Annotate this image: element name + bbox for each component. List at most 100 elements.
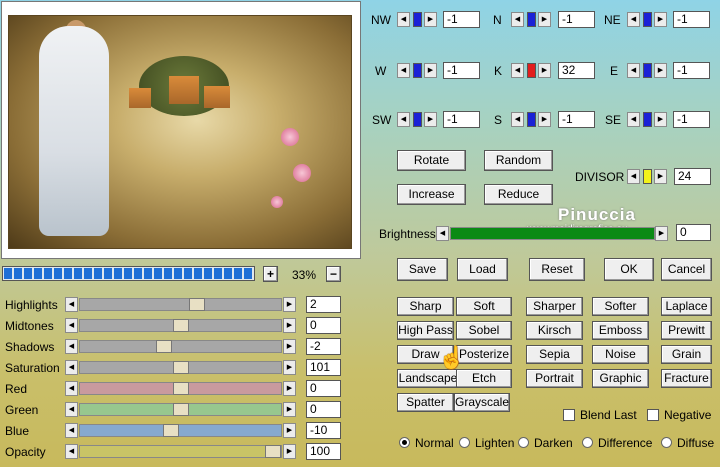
ne-field[interactable]: -1 [673,11,710,28]
noise-button[interactable]: Noise [592,345,649,364]
highlights-slider[interactable] [79,298,282,311]
green-slider[interactable] [79,403,282,416]
midtones-slider-thumb[interactable] [173,319,189,332]
blend-last-checkbox[interactable] [563,409,575,421]
n-field[interactable]: -1 [558,11,595,28]
nw-decrease-button[interactable]: ◀ [397,12,410,27]
opacity-slider-thumb[interactable] [265,445,281,458]
kirsch-button[interactable]: Kirsch [526,321,583,340]
green-slider-thumb[interactable] [173,403,189,416]
blue-decrease-button[interactable]: ◀ [65,423,78,438]
darken-radio[interactable] [518,437,529,448]
grain-button[interactable]: Grain [661,345,712,364]
zoom-in-button[interactable]: + [263,266,278,282]
divisor-field[interactable]: 24 [674,168,711,185]
softer-button[interactable]: Softer [592,297,649,316]
highlights-slider-thumb[interactable] [189,298,205,311]
reduce-button[interactable]: Reduce [484,184,553,205]
cancel-button[interactable]: Cancel [661,258,712,281]
green-increase-button[interactable]: ▶ [283,402,296,417]
e-increase-button[interactable]: ▶ [654,63,667,78]
se-decrease-button[interactable]: ◀ [627,112,640,127]
shadows-increase-button[interactable]: ▶ [283,339,296,354]
increase-button[interactable]: Increase [397,184,466,205]
zoom-out-button[interactable]: − [326,266,341,282]
highlights-decrease-button[interactable]: ◀ [65,297,78,312]
n-knob[interactable] [527,12,536,27]
lighten-radio[interactable] [459,437,470,448]
brightness-increase-button[interactable]: ▶ [655,226,668,241]
shadows-decrease-button[interactable]: ◀ [65,339,78,354]
saturation-slider-thumb[interactable] [173,361,189,374]
k-knob[interactable] [527,63,536,78]
ne-increase-button[interactable]: ▶ [654,12,667,27]
difference-radio[interactable] [582,437,593,448]
midtones-decrease-button[interactable]: ◀ [65,318,78,333]
divisor-knob[interactable] [643,169,652,184]
nw-increase-button[interactable]: ▶ [424,12,437,27]
sepia-button[interactable]: Sepia [526,345,583,364]
sw-knob[interactable] [413,112,422,127]
rotate-button[interactable]: Rotate [397,150,466,171]
saturation-increase-button[interactable]: ▶ [283,360,296,375]
w-increase-button[interactable]: ▶ [424,63,437,78]
green-field[interactable]: 0 [306,401,341,418]
midtones-slider[interactable] [79,319,282,332]
nw-knob[interactable] [413,12,422,27]
opacity-increase-button[interactable]: ▶ [283,444,296,459]
n-increase-button[interactable]: ▶ [538,12,551,27]
grayscale-button[interactable]: Grayscale [454,393,510,412]
brightness-slider[interactable] [450,227,655,240]
divisor-increase-button[interactable]: ▶ [654,169,667,184]
highlights-increase-button[interactable]: ▶ [283,297,296,312]
brightness-decrease-button[interactable]: ◀ [436,226,449,241]
shadows-slider[interactable] [79,340,282,353]
load-button[interactable]: Load [457,258,508,281]
s-field[interactable]: -1 [558,111,595,128]
landscape-button[interactable]: Landscape [397,369,459,388]
saturation-decrease-button[interactable]: ◀ [65,360,78,375]
soft-button[interactable]: Soft [456,297,512,316]
save-button[interactable]: Save [397,258,448,281]
se-increase-button[interactable]: ▶ [654,112,667,127]
prewitt-button[interactable]: Prewitt [661,321,712,340]
random-button[interactable]: Random [484,150,553,171]
red-slider[interactable] [79,382,282,395]
k-decrease-button[interactable]: ◀ [511,63,524,78]
red-slider-thumb[interactable] [173,382,189,395]
se-field[interactable]: -1 [673,111,710,128]
s-knob[interactable] [527,112,536,127]
blue-slider[interactable] [79,424,282,437]
saturation-field[interactable]: 101 [306,359,341,376]
sw-decrease-button[interactable]: ◀ [397,112,410,127]
n-decrease-button[interactable]: ◀ [511,12,524,27]
fracture-button[interactable]: Fracture [661,369,712,388]
midtones-field[interactable]: 0 [306,317,341,334]
blue-field[interactable]: -10 [306,422,341,439]
ne-knob[interactable] [643,12,652,27]
ok-button[interactable]: OK [604,258,654,281]
high-pass-button[interactable]: High Pass [397,321,454,340]
portrait-button[interactable]: Portrait [526,369,583,388]
e-knob[interactable] [643,63,652,78]
brightness-field[interactable]: 0 [676,224,711,241]
shadows-field[interactable]: -2 [306,338,341,355]
nw-field[interactable]: -1 [443,11,480,28]
emboss-button[interactable]: Emboss [592,321,649,340]
blue-slider-thumb[interactable] [163,424,179,437]
red-increase-button[interactable]: ▶ [283,381,296,396]
s-increase-button[interactable]: ▶ [538,112,551,127]
saturation-slider[interactable] [79,361,282,374]
spatter-button[interactable]: Spatter [397,393,454,412]
sharp-button[interactable]: Sharp [397,297,454,316]
blue-increase-button[interactable]: ▶ [283,423,296,438]
highlights-field[interactable]: 2 [306,296,341,313]
green-decrease-button[interactable]: ◀ [65,402,78,417]
w-knob[interactable] [413,63,422,78]
midtones-increase-button[interactable]: ▶ [283,318,296,333]
w-decrease-button[interactable]: ◀ [397,63,410,78]
opacity-decrease-button[interactable]: ◀ [65,444,78,459]
normal-radio[interactable] [399,437,410,448]
e-decrease-button[interactable]: ◀ [627,63,640,78]
red-decrease-button[interactable]: ◀ [65,381,78,396]
